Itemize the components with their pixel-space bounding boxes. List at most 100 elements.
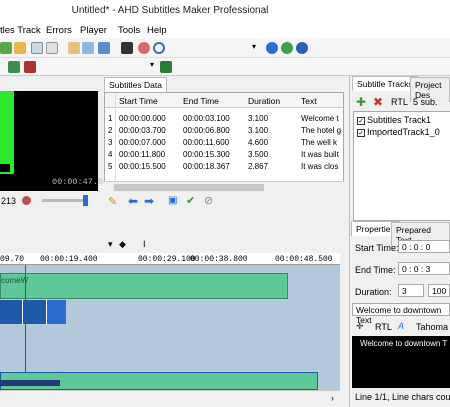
tab-subtitle-tracks[interactable]: Subtitle Tracks xyxy=(352,76,418,91)
tracks-toolbar: ✚ ✖ RTL 5 sub. xyxy=(353,93,450,111)
left-arrow-icon[interactable]: ⬅ xyxy=(128,194,138,208)
cell-text: The well k xyxy=(301,138,338,147)
record-button[interactable] xyxy=(20,194,33,207)
delete-icon[interactable]: ✖ xyxy=(373,95,383,109)
table-row[interactable]: 2 00:00:03.700 00:00:06.800 3.100 The ho… xyxy=(105,125,343,136)
search-icon[interactable] xyxy=(153,42,165,54)
col-start-time[interactable]: Start Time xyxy=(119,96,158,106)
add-icon[interactable]: ✚ xyxy=(356,95,366,109)
cell-text: It was built xyxy=(301,150,339,159)
cell-text: It was clos xyxy=(301,162,339,171)
checkbox-icon[interactable]: ✓ xyxy=(357,116,365,125)
timeline-toolbar: ▾ ◆ I xyxy=(0,236,340,253)
duration-field[interactable]: 3 xyxy=(398,284,424,297)
track-item[interactable]: ✓ Subtitles Track1 xyxy=(357,115,431,125)
cell-duration: 3.100 xyxy=(248,114,269,123)
volume-track[interactable] xyxy=(42,199,88,202)
tab-subtitles-data[interactable]: Subtitles Data xyxy=(104,77,167,92)
cell-end: 00:00:15.300 xyxy=(183,150,230,159)
track-name: Subtitles Track1 xyxy=(367,115,432,125)
window-title: Untitled* - AHD Subtitles Maker Professi… xyxy=(71,5,269,16)
title-bar: Untitled* - AHD Subtitles Maker Professi… xyxy=(0,0,450,22)
preview-text: Welcome to downtown T xyxy=(360,339,448,348)
menu-player[interactable]: Player xyxy=(80,25,107,36)
menu-subtitles-track[interactable]: tles Track xyxy=(0,25,41,36)
start-time-field[interactable]: 0 : 0 : 0 xyxy=(398,240,450,253)
info-icon[interactable] xyxy=(266,42,278,54)
menu-help[interactable]: Help xyxy=(147,25,167,36)
subtitle-block[interactable] xyxy=(46,300,66,324)
secondary-toolbar: ▾ xyxy=(0,58,450,76)
cell-start: 00:00:11.800 xyxy=(119,150,166,159)
main-toolbar: ▾ xyxy=(0,38,450,58)
keyboard-icon[interactable] xyxy=(121,42,133,54)
video-frame xyxy=(0,91,14,174)
row-number: 2 xyxy=(108,126,113,135)
timeline-ruler: 09.70 00:00:19.400 00:00:29.100 00:00:38… xyxy=(0,253,340,265)
font-name[interactable]: Tahoma xyxy=(416,322,448,332)
sync-icon[interactable] xyxy=(82,42,94,54)
document-icon[interactable]: ▣ xyxy=(168,195,177,206)
split-icon[interactable] xyxy=(68,42,80,54)
row-number: 5 xyxy=(108,162,113,171)
timeline-scrollbar[interactable]: › xyxy=(0,390,340,407)
text-preview-area[interactable]: Welcome to downtown T xyxy=(352,336,450,388)
video-preview[interactable] xyxy=(0,91,98,191)
text-preview-field[interactable]: Welcome to downtown Text xyxy=(352,303,450,325)
rtl-button[interactable]: RTL xyxy=(375,322,392,332)
open-folder-icon[interactable] xyxy=(14,42,26,54)
dropdown-arrow-icon[interactable]: ▾ xyxy=(252,42,256,51)
table-row[interactable]: 1 00:00:00.000 00:00:03.100 3.100 Welcom… xyxy=(105,113,343,124)
track-progress xyxy=(0,380,60,386)
right-scroll-icon[interactable]: › xyxy=(331,393,334,403)
help-icon[interactable] xyxy=(296,42,308,54)
add-icon[interactable]: ✛ xyxy=(356,321,364,332)
cursor-icon[interactable]: I xyxy=(143,239,146,249)
tick-label: 00:00:29.100 xyxy=(138,255,196,264)
font-icon[interactable]: A xyxy=(398,321,404,331)
horizontal-scrollbar[interactable] xyxy=(104,181,344,192)
timeline-clip[interactable]: comeW xyxy=(0,273,288,299)
dropdown-arrow-icon[interactable]: ▾ xyxy=(150,60,154,69)
row-number: 3 xyxy=(108,138,113,147)
dropdown-arrow-icon[interactable]: ▾ xyxy=(108,239,113,250)
cancel-icon[interactable]: ⊘ xyxy=(204,194,213,207)
marker-icon[interactable]: ◆ xyxy=(119,239,126,250)
table-row[interactable]: 4 00:00:11.800 00:00:15.300 3.500 It was… xyxy=(105,149,343,160)
checkbox-icon[interactable]: ✓ xyxy=(357,128,365,137)
playhead[interactable] xyxy=(25,265,26,372)
col-end-time[interactable]: End Time xyxy=(183,96,219,106)
volume-slider[interactable] xyxy=(83,195,88,206)
col-text[interactable]: Text xyxy=(301,96,317,106)
track-item[interactable]: ✓ ImportedTrack1_0 xyxy=(357,127,440,137)
duration-ms-field[interactable]: 100 xyxy=(428,284,450,297)
text-toolbar: ✛ RTL A Tahoma xyxy=(352,319,450,335)
film-icon[interactable] xyxy=(24,61,36,73)
checkmark-icon[interactable]: ✔ xyxy=(186,194,195,207)
media-icon[interactable] xyxy=(160,61,172,73)
rtl-button[interactable]: RTL xyxy=(391,97,408,107)
tick-label: 00:00:38.800 xyxy=(190,255,248,264)
right-arrow-icon[interactable]: ➡ xyxy=(144,194,154,208)
player-controls: 213 xyxy=(0,193,98,209)
tracks-list: ✓ Subtitles Track1 ✓ ImportedTrack1_0 xyxy=(353,111,450,221)
save-icon[interactable] xyxy=(31,42,43,54)
user-icon[interactable] xyxy=(281,42,293,54)
check-icon[interactable] xyxy=(98,42,110,54)
grid-toolbar: ✎ ⬅ ➡ ▣ ✔ ⊘ xyxy=(104,193,344,209)
col-duration[interactable]: Duration xyxy=(248,96,280,106)
scroll-thumb[interactable] xyxy=(114,184,264,191)
export-icon[interactable] xyxy=(46,42,58,54)
end-time-field[interactable]: 0 : 0 : 3 xyxy=(398,262,450,275)
cell-duration: 4.600 xyxy=(248,138,269,147)
table-row[interactable]: 3 00:00:07.000 00:00:11.600 4.600 The we… xyxy=(105,137,343,148)
add-icon[interactable] xyxy=(0,42,12,54)
video-icon[interactable] xyxy=(8,61,20,73)
menu-errors[interactable]: Errors xyxy=(46,25,72,36)
menu-tools[interactable]: Tools xyxy=(118,25,140,36)
spell-icon[interactable] xyxy=(138,42,150,54)
table-row[interactable]: 5 00:00:15.500 00:00:18.367 2.867 It was… xyxy=(105,161,343,172)
cell-start: 00:00:07.000 xyxy=(119,138,166,147)
edit-icon[interactable]: ✎ xyxy=(108,195,117,208)
right-panel: Subtitle Tracks Project Des ✚ ✖ RTL 5 su… xyxy=(349,76,450,407)
